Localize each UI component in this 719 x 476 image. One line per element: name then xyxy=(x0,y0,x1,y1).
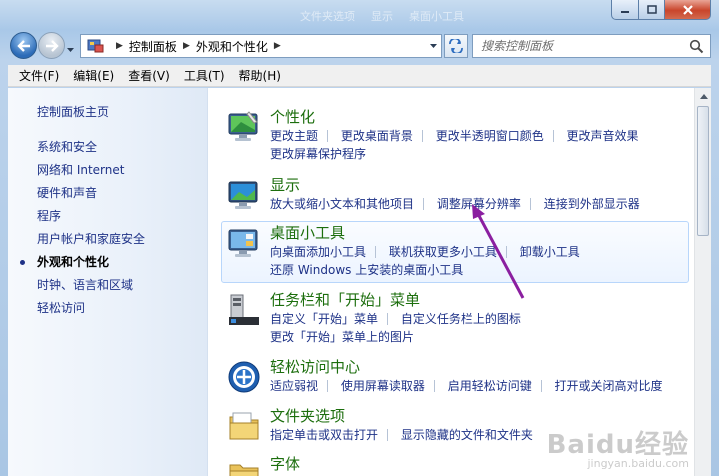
category-gadgets[interactable]: 桌面小工具 向桌面添加小工具 联机获取更多小工具 卸载小工具 还原 Window… xyxy=(221,221,689,283)
link-show-hidden-files[interactable]: 显示隐藏的文件和文件夹 xyxy=(401,428,533,442)
triangle-up-icon xyxy=(699,94,708,99)
link-ease-keys[interactable]: 启用轻松访问键 xyxy=(448,379,532,393)
sidebar-item-system-security[interactable]: 系统和安全 xyxy=(37,136,145,159)
minimize-button[interactable] xyxy=(611,0,639,20)
menu-view[interactable]: 查看(V) xyxy=(121,67,177,84)
menu-bar: 文件(F) 编辑(E) 查看(V) 工具(T) 帮助(H) xyxy=(8,65,711,87)
client-area: 控制面板主页 系统和安全 网络和 Internet 硬件和声音 程序 用户帐户和… xyxy=(8,88,711,476)
current-item-bullet xyxy=(20,260,25,265)
sidebar-item-user-accounts[interactable]: 用户帐户和家庭安全 xyxy=(37,228,145,251)
link-customize-start-menu[interactable]: 自定义「开始」菜单 xyxy=(270,312,378,326)
taskbar-icon xyxy=(229,294,259,325)
link-change-sounds[interactable]: 更改声音效果 xyxy=(567,129,639,143)
link-external-display[interactable]: 连接到外部显示器 xyxy=(544,197,640,211)
link-adjust-resolution[interactable]: 调整屏幕分辨率 xyxy=(437,197,521,211)
ease-of-access-icon xyxy=(228,361,260,393)
back-button[interactable] xyxy=(10,32,37,59)
category-taskbar: 任务栏和「开始」菜单 自定义「开始」菜单 自定义任务栏上的图标 更改「开始」菜单… xyxy=(223,289,691,347)
caption-ghost-text: 文件夹选项 显示 桌面小工具 xyxy=(300,10,464,23)
sidebar-item-label: 外观和个性化 xyxy=(37,255,110,269)
category-title[interactable]: 轻松访问中心 xyxy=(270,356,360,377)
vertical-scrollbar[interactable] xyxy=(694,88,711,476)
personalization-icon xyxy=(228,111,258,141)
link-screen-reader[interactable]: 使用屏幕读取器 xyxy=(341,379,425,393)
scroll-up-button[interactable] xyxy=(695,88,712,105)
navigation-bar: ▶ 控制面板 ▶ 外观和个性化 ▶ xyxy=(8,30,711,62)
close-icon xyxy=(682,4,693,15)
link-change-start-picture[interactable]: 更改「开始」菜单上的图片 xyxy=(270,330,414,344)
category-title[interactable]: 桌面小工具 xyxy=(270,222,345,243)
search-icon[interactable] xyxy=(689,39,704,54)
category-title[interactable]: 个性化 xyxy=(270,106,315,127)
link-low-vision[interactable]: 适应弱视 xyxy=(270,379,318,393)
menu-tools[interactable]: 工具(T) xyxy=(177,67,232,84)
sidebar-item-clock-language[interactable]: 时钟、语言和区域 xyxy=(37,274,145,297)
arrow-left-icon xyxy=(16,39,30,52)
maximize-icon xyxy=(646,5,657,14)
link-text-size[interactable]: 放大或缩小文本和其他项目 xyxy=(270,197,414,211)
minimize-icon xyxy=(621,10,629,13)
sidebar-list: 系统和安全 网络和 Internet 硬件和声音 程序 用户帐户和家庭安全 外观… xyxy=(20,136,145,320)
link-restore-gadgets[interactable]: 还原 Windows 上安装的桌面小工具 xyxy=(270,263,463,277)
link-uninstall-gadget[interactable]: 卸载小工具 xyxy=(520,245,580,259)
category-content: 个性化 更改主题 更改桌面背景 更改半透明窗口颜色 更改声音效果 更改屏幕保护程… xyxy=(209,88,691,476)
search-box[interactable] xyxy=(472,34,711,58)
menu-file[interactable]: 文件(F) xyxy=(12,67,66,84)
display-icon xyxy=(228,181,258,209)
chevron-down-icon xyxy=(67,48,74,52)
menu-edit[interactable]: 编辑(E) xyxy=(66,67,121,84)
close-button[interactable] xyxy=(665,0,711,20)
breadcrumb-appearance[interactable]: 外观和个性化 xyxy=(196,38,268,55)
sidebar-item-programs[interactable]: 程序 xyxy=(37,205,145,228)
category-title[interactable]: 字体 xyxy=(270,453,300,474)
address-bar[interactable]: ▶ 控制面板 ▶ 外观和个性化 ▶ xyxy=(80,34,442,58)
link-get-more-gadgets[interactable]: 联机获取更多小工具 xyxy=(389,245,497,259)
link-single-double-click[interactable]: 指定单击或双击打开 xyxy=(270,428,378,442)
chevron-down-icon xyxy=(429,44,437,48)
maximize-button[interactable] xyxy=(639,0,665,20)
forward-button[interactable] xyxy=(38,32,65,59)
control-panel-icon xyxy=(87,39,104,53)
link-change-glass-color[interactable]: 更改半透明窗口颜色 xyxy=(436,129,544,143)
sidebar-home-link[interactable]: 控制面板主页 xyxy=(37,103,109,120)
link-change-theme[interactable]: 更改主题 xyxy=(270,129,318,143)
link-customize-taskbar-icons[interactable]: 自定义任务栏上的图标 xyxy=(401,312,521,326)
category-personalization: 个性化 更改主题 更改桌面背景 更改半透明窗口颜色 更改声音效果 更改屏幕保护程… xyxy=(223,106,691,164)
sidebar-item-hardware-sound[interactable]: 硬件和声音 xyxy=(37,182,145,205)
menu-help[interactable]: 帮助(H) xyxy=(232,67,288,84)
refresh-icon xyxy=(449,39,463,53)
watermark: Baidu经验 jingyan.baidu.com xyxy=(546,430,689,470)
sidebar-item-appearance: 外观和个性化 xyxy=(20,251,145,274)
folder-options-icon xyxy=(229,412,259,440)
link-change-screensaver[interactable]: 更改屏幕保护程序 xyxy=(270,147,366,161)
category-title[interactable]: 显示 xyxy=(270,174,300,195)
link-change-background[interactable]: 更改桌面背景 xyxy=(341,129,413,143)
category-title[interactable]: 任务栏和「开始」菜单 xyxy=(270,289,420,310)
search-input[interactable] xyxy=(481,39,681,53)
category-display: 显示 放大或缩小文本和其他项目 调整屏幕分辨率 连接到外部显示器 xyxy=(223,174,691,214)
scroll-thumb[interactable] xyxy=(697,106,709,236)
recent-pages-dropdown[interactable] xyxy=(66,42,75,56)
refresh-button[interactable] xyxy=(444,34,468,58)
sidebar-item-ease-of-access[interactable]: 轻松访问 xyxy=(37,297,145,320)
window-frame: 文件夹选项 显示 桌面小工具 ▶ 控制面板 ▶ 外观和个性化 ▶ 搜索控制面板 … xyxy=(0,0,719,476)
sidebar: 控制面板主页 系统和安全 网络和 Internet 硬件和声音 程序 用户帐户和… xyxy=(8,88,208,476)
sidebar-item-network[interactable]: 网络和 Internet xyxy=(37,159,145,182)
category-ease-of-access: 轻松访问中心 适应弱视 使用屏幕读取器 启用轻松访问键 打开或关闭高对比度 xyxy=(223,356,691,396)
window-controls xyxy=(611,0,711,20)
link-high-contrast[interactable]: 打开或关闭高对比度 xyxy=(555,379,663,393)
breadcrumb-control-panel[interactable]: 控制面板 xyxy=(129,38,177,55)
arrow-right-icon xyxy=(45,39,59,52)
address-history-dropdown[interactable] xyxy=(425,35,441,57)
fonts-icon xyxy=(229,464,259,476)
category-title[interactable]: 文件夹选项 xyxy=(270,405,345,426)
link-add-gadgets[interactable]: 向桌面添加小工具 xyxy=(270,245,366,259)
gadgets-icon xyxy=(228,229,258,257)
